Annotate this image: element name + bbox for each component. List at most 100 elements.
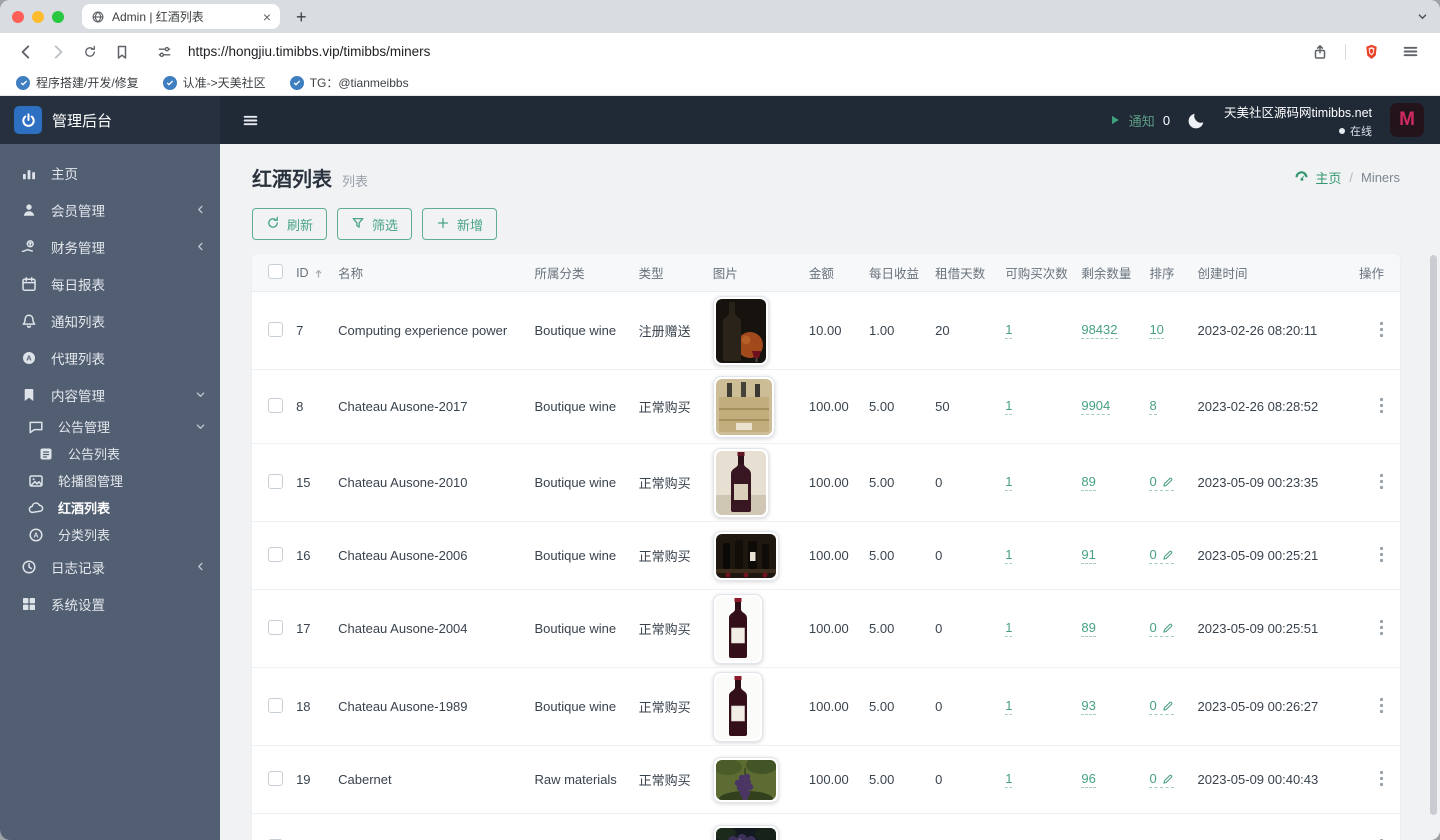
- remaining-value[interactable]: 89: [1081, 620, 1096, 637]
- row-checkbox[interactable]: [268, 619, 283, 635]
- row-actions-menu-icon[interactable]: [1379, 321, 1384, 338]
- row-checkbox[interactable]: [268, 770, 283, 786]
- remaining-value[interactable]: 89: [1081, 474, 1096, 491]
- row-checkbox-cell: [252, 292, 289, 370]
- sidebar-item[interactable]: 轮播图管理: [0, 467, 220, 494]
- sidebar-item[interactable]: 公告列表: [0, 440, 220, 467]
- sidebar-item[interactable]: 内容管理: [0, 376, 220, 413]
- cell-daily-income: 5.00: [861, 814, 927, 840]
- sidebar-toggle-button[interactable]: [242, 112, 259, 129]
- bookmark-icon[interactable]: [108, 39, 136, 65]
- dark-mode-toggle[interactable]: [1188, 111, 1206, 129]
- cell-amount: 100.00: [800, 522, 861, 590]
- sort-value[interactable]: 0: [1149, 771, 1174, 788]
- window-zoom-button[interactable]: [52, 10, 64, 23]
- window-minimize-button[interactable]: [32, 10, 44, 23]
- edit-sort-icon[interactable]: [1162, 549, 1174, 561]
- sort-value[interactable]: 0: [1149, 547, 1174, 564]
- row-actions-menu-icon[interactable]: [1379, 473, 1384, 490]
- row-actions-menu-icon[interactable]: [1379, 619, 1384, 636]
- page-scrollbar[interactable]: [1429, 100, 1438, 836]
- row-actions-menu-icon[interactable]: [1379, 397, 1384, 414]
- browser-tab[interactable]: Admin | 红酒列表 ×: [82, 4, 280, 29]
- add-button[interactable]: 新增: [422, 208, 498, 240]
- brand[interactable]: 管理后台: [0, 96, 220, 144]
- product-image-thumb[interactable]: [712, 671, 763, 742]
- bookmark-item[interactable]: 程序搭建/开发/修复: [16, 74, 139, 91]
- sidebar-item[interactable]: 会员管理: [0, 191, 220, 228]
- row-checkbox[interactable]: [268, 321, 283, 337]
- row-checkbox[interactable]: [268, 473, 283, 489]
- product-image-thumb[interactable]: [712, 375, 775, 438]
- sidebar-item[interactable]: 每日报表: [0, 265, 220, 302]
- site-settings-icon[interactable]: [150, 39, 178, 65]
- row-actions-menu-icon[interactable]: [1379, 697, 1384, 714]
- brave-shield-button[interactable]: [1357, 39, 1385, 65]
- remaining-value[interactable]: 9904: [1081, 398, 1111, 415]
- sidebar-item[interactable]: 系统设置: [0, 585, 220, 622]
- bookmark-item[interactable]: 认准->天美社区: [162, 74, 266, 91]
- row-actions-menu-icon[interactable]: [1379, 546, 1384, 563]
- share-button[interactable]: [1306, 39, 1334, 65]
- buy-times-value[interactable]: 1: [1005, 698, 1013, 715]
- sidebar-item[interactable]: 财务管理: [0, 228, 220, 265]
- filter-button[interactable]: 筛选: [337, 208, 413, 240]
- refresh-button[interactable]: 刷新: [252, 208, 328, 240]
- sort-value[interactable]: 0: [1149, 474, 1174, 491]
- scrollbar-thumb[interactable]: [1430, 255, 1437, 815]
- sort-asc-icon[interactable]: [313, 268, 324, 279]
- select-all-checkbox[interactable]: [268, 263, 283, 279]
- product-image-thumb[interactable]: [712, 530, 779, 581]
- tab-close-icon[interactable]: ×: [263, 10, 271, 24]
- row-checkbox[interactable]: [268, 397, 283, 413]
- product-image-thumb[interactable]: [712, 824, 779, 840]
- address-bar[interactable]: https://hongjiu.timibbs.vip/timibbs/mine…: [140, 39, 1302, 65]
- remaining-value[interactable]: 98432: [1081, 322, 1118, 339]
- product-image-thumb[interactable]: [712, 447, 769, 518]
- window-close-button[interactable]: [12, 10, 24, 23]
- cell-daily-income: 5.00: [861, 668, 928, 746]
- edit-sort-icon[interactable]: [1162, 700, 1174, 712]
- buy-times-value[interactable]: 1: [1005, 398, 1013, 415]
- tab-search-chevron-icon[interactable]: [1417, 11, 1428, 22]
- sort-value[interactable]: 0: [1149, 698, 1174, 715]
- back-button[interactable]: [12, 39, 40, 65]
- remaining-value[interactable]: 93: [1081, 698, 1096, 715]
- browser-menu-button[interactable]: [1396, 39, 1424, 65]
- buy-times-value[interactable]: 1: [1005, 474, 1013, 491]
- sort-value[interactable]: 10: [1149, 322, 1164, 339]
- sidebar-item[interactable]: 通知列表: [0, 302, 220, 339]
- product-image-thumb[interactable]: [712, 756, 779, 803]
- edit-sort-icon[interactable]: [1162, 773, 1174, 785]
- buy-times-value[interactable]: 1: [1005, 547, 1013, 564]
- breadcrumb-home[interactable]: 主页: [1294, 168, 1341, 187]
- avatar[interactable]: M: [1390, 103, 1424, 137]
- sidebar-item[interactable]: A 分类列表: [0, 521, 220, 548]
- sidebar-item[interactable]: 主页: [0, 154, 220, 191]
- sidebar-item[interactable]: 红酒列表: [0, 494, 220, 521]
- sidebar-item[interactable]: 日志记录: [0, 548, 220, 585]
- remaining-value[interactable]: 96: [1081, 771, 1096, 788]
- forward-button[interactable]: [44, 39, 72, 65]
- chart-icon: [20, 165, 38, 181]
- notifications-button[interactable]: 通知 0: [1109, 111, 1170, 130]
- remaining-value[interactable]: 91: [1081, 547, 1096, 564]
- buy-times-value[interactable]: 1: [1005, 620, 1013, 637]
- edit-sort-icon[interactable]: [1162, 476, 1174, 488]
- sort-value[interactable]: 8: [1149, 398, 1157, 415]
- sidebar-item[interactable]: A 代理列表: [0, 339, 220, 376]
- buy-times-value[interactable]: 1: [1005, 771, 1013, 788]
- row-checkbox[interactable]: [268, 546, 283, 562]
- edit-sort-icon[interactable]: [1162, 622, 1174, 634]
- product-image-thumb[interactable]: [712, 593, 763, 664]
- sidebar-item[interactable]: 公告管理: [0, 413, 220, 440]
- sort-value[interactable]: 0: [1149, 620, 1174, 637]
- row-checkbox[interactable]: [268, 697, 283, 713]
- row-actions-menu-icon[interactable]: [1379, 770, 1384, 787]
- buy-times-value[interactable]: 1: [1005, 322, 1013, 339]
- bookmark-item[interactable]: TG：@tianmeibbs: [289, 74, 409, 91]
- reload-button[interactable]: [76, 39, 104, 65]
- new-tab-button[interactable]: +: [296, 8, 307, 26]
- product-image-thumb[interactable]: [712, 295, 769, 366]
- cell-buy-times: 1: [997, 522, 1074, 590]
